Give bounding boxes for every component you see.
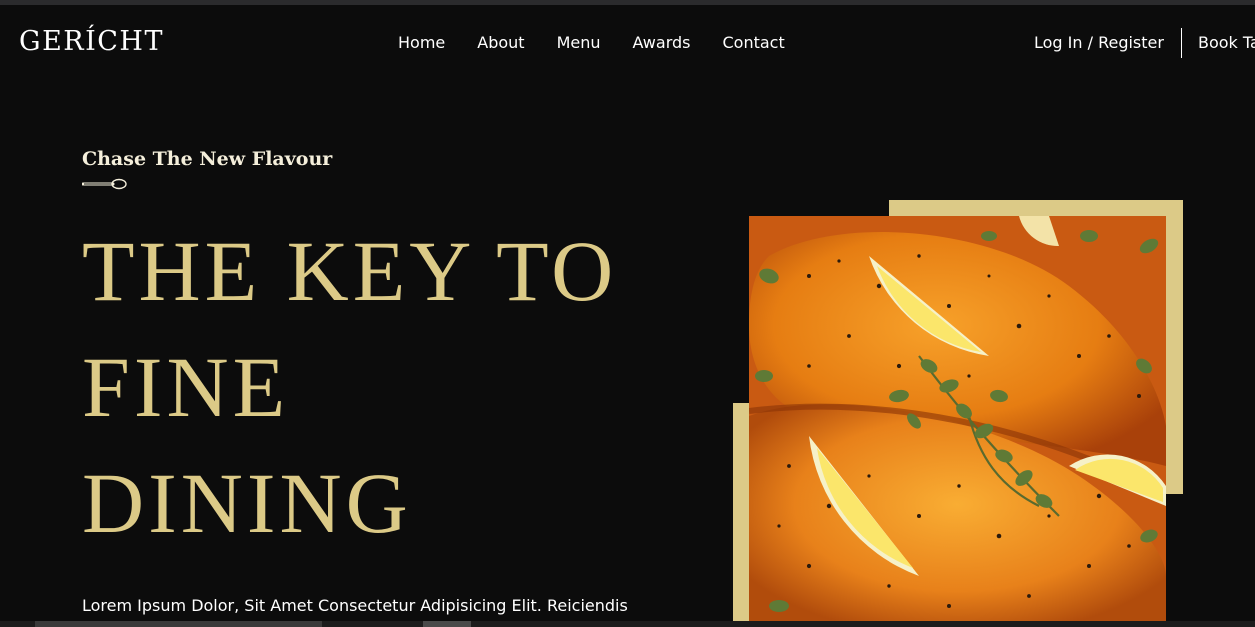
- book-table-link[interactable]: Book Ta: [1198, 33, 1255, 53]
- hero-title-line: FINE: [82, 339, 290, 435]
- hero-title-line: DINING: [82, 455, 412, 551]
- hero-food-image: [749, 216, 1166, 627]
- nav-links: Home About Menu Awards Contact: [398, 33, 785, 53]
- nav-link-home[interactable]: Home: [398, 33, 445, 53]
- nav-link-awards[interactable]: Awards: [633, 33, 691, 53]
- spoon-icon: [82, 178, 127, 190]
- nav-link-menu[interactable]: Menu: [557, 33, 601, 53]
- bottom-scrollbar-thumb[interactable]: [35, 621, 322, 627]
- nav-divider: [1181, 28, 1182, 58]
- logo[interactable]: GERÍCHT: [19, 26, 164, 58]
- hero-title-line: THE KEY TO: [82, 223, 618, 319]
- bottom-scrollbar-thumb-secondary[interactable]: [423, 621, 471, 627]
- navbar: GERÍCHT Home About Menu Awards Contact L…: [0, 5, 1255, 81]
- login-register-link[interactable]: Log In / Register: [1034, 33, 1164, 53]
- hero-description: Lorem Ipsum Dolor, Sit Amet Consectetur …: [82, 596, 628, 615]
- nav-link-contact[interactable]: Contact: [722, 33, 784, 53]
- hero-title: THE KEY TO FINE DINING: [82, 213, 702, 561]
- hero-subtitle: Chase The New Flavour: [82, 148, 333, 170]
- nav-link-about[interactable]: About: [477, 33, 524, 53]
